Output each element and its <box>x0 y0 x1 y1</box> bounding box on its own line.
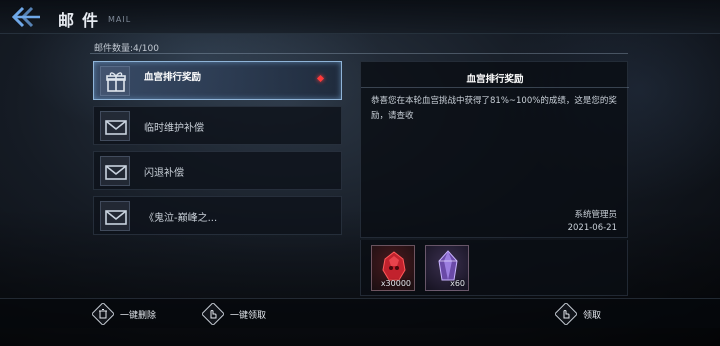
mail-item-label: 临时维护补偿 <box>144 123 204 134</box>
envelope-icon <box>105 120 127 135</box>
mail-item[interactable]: 闪退补偿 <box>93 151 342 190</box>
unread-indicator <box>316 74 325 83</box>
attachment-slot[interactable]: x60 <box>425 245 469 291</box>
claim-button[interactable]: 领取 <box>555 303 601 325</box>
claim-all-label: 一键领取 <box>230 310 267 321</box>
envelope-icon <box>105 165 127 180</box>
envelope-icon <box>105 210 127 225</box>
delete-all-label: 一键删除 <box>120 310 157 321</box>
claim-all-button[interactable]: 一键领取 <box>202 303 266 325</box>
gift-icon <box>106 72 126 92</box>
delete-all-button[interactable]: 一键删除 <box>92 303 156 325</box>
mail-detail-title: 血宫排行奖励 <box>466 74 524 85</box>
hand-pointer-icon <box>202 303 224 325</box>
mail-item-label: 闪退补偿 <box>144 168 184 179</box>
bottom-action-bar: 一键删除 一键领取 领取 <box>0 298 720 328</box>
divider <box>90 53 628 54</box>
claim-label: 领取 <box>583 310 602 321</box>
mail-list: 血宫排行奖励 临时维护补偿 闪退补偿 《鬼泣-巅峰之... <box>93 61 343 241</box>
page-subtitle: MAIL <box>108 15 132 24</box>
mail-item-selected[interactable]: 血宫排行奖励 <box>93 61 342 100</box>
mail-icon-frame <box>100 156 130 186</box>
mail-item-label: 《鬼泣-巅峰之... <box>144 213 218 224</box>
back-button[interactable] <box>10 5 42 29</box>
mail-date: 2021-06-21 <box>567 223 617 233</box>
mail-item[interactable]: 临时维护补偿 <box>93 106 342 145</box>
trash-icon <box>92 303 114 325</box>
mail-item-label: 血宫排行奖励 <box>144 72 202 83</box>
mail-icon-frame <box>100 111 130 141</box>
page-title: 邮件 <box>58 11 107 30</box>
mail-icon-frame <box>100 201 130 231</box>
mail-detail-body: 恭喜您在本轮血宫挑战中获得了81%~100%的成绩，这是您的奖励，请查收 <box>371 96 617 121</box>
back-arrow-icon <box>11 6 40 28</box>
divider <box>361 87 629 88</box>
mail-item[interactable]: 《鬼泣-巅峰之... <box>93 196 342 235</box>
attachments-panel: x30000 x60 <box>360 240 628 296</box>
mail-sender: 系统管理员 <box>574 210 617 220</box>
mail-detail-panel: 血宫排行奖励 恭喜您在本轮血宫挑战中获得了81%~100%的成绩，这是您的奖励，… <box>360 61 629 238</box>
attachment-quantity: x30000 <box>380 279 411 288</box>
hand-pointer-icon <box>555 303 577 325</box>
attachment-slot[interactable]: x30000 <box>371 245 415 291</box>
attachment-quantity: x60 <box>450 279 465 288</box>
top-bar: 邮件 MAIL <box>0 0 720 34</box>
mail-icon-frame <box>100 66 130 96</box>
